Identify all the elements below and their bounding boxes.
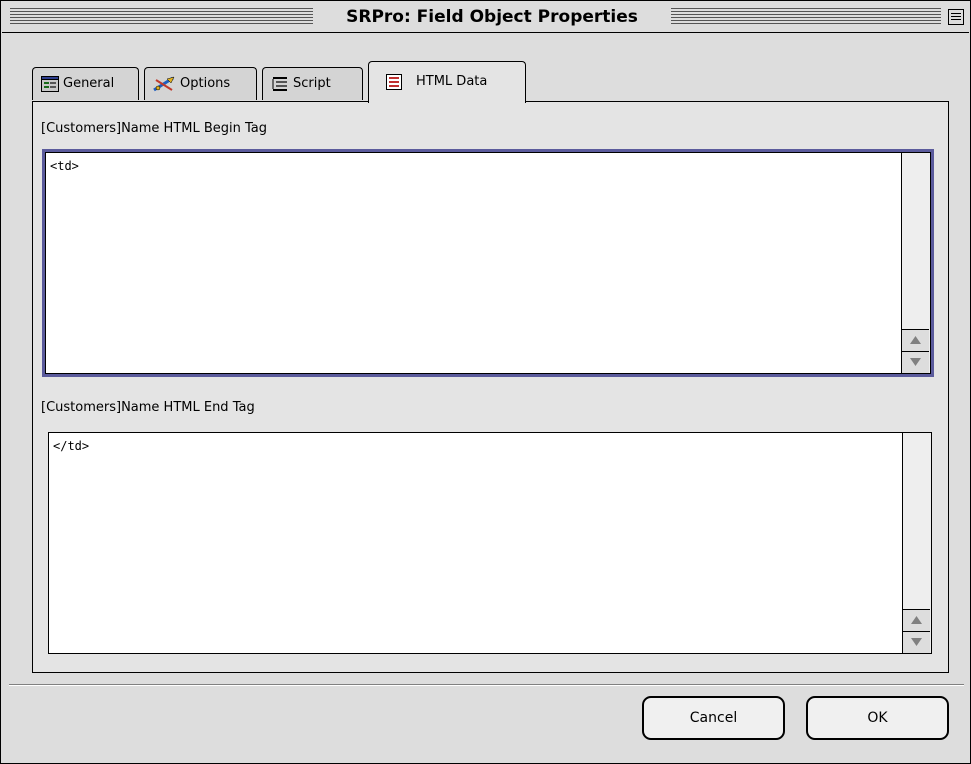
tab-html-data[interactable]: HTML Data <box>368 61 526 103</box>
window-title: SRPro: Field Object Properties <box>346 7 638 27</box>
scroll-down-arrow-icon[interactable] <box>902 351 929 373</box>
scroll-down-arrow-icon[interactable] <box>903 631 930 653</box>
begin-tag-value: <td> <box>50 159 79 173</box>
tab-script-label: Script <box>293 76 331 91</box>
script-icon <box>271 76 289 92</box>
end-tag-scrollbar[interactable] <box>902 433 931 653</box>
html-data-icon <box>386 74 402 90</box>
cancel-button[interactable]: Cancel <box>642 696 785 740</box>
title-bar-stripes-right <box>671 8 941 25</box>
collapse-box-icon[interactable] <box>948 9 964 25</box>
tab-script[interactable]: Script <box>262 67 363 100</box>
tab-html-data-label: HTML Data <box>416 74 488 89</box>
begin-tag-label: [Customers]Name HTML Begin Tag <box>41 121 268 136</box>
footer-separator-highlight <box>9 685 964 686</box>
general-icon <box>41 76 59 92</box>
end-tag-textarea[interactable]: </td> <box>48 432 932 654</box>
tab-options[interactable]: Options <box>144 67 257 100</box>
end-tag-value: </td> <box>53 439 90 453</box>
scroll-up-arrow-icon[interactable] <box>903 609 930 631</box>
end-tag-label: [Customers]Name HTML End Tag <box>41 400 255 415</box>
options-icon <box>153 76 175 92</box>
ok-button[interactable]: OK <box>806 696 949 740</box>
title-bar-stripes-left <box>10 8 313 25</box>
begin-tag-textarea[interactable]: <td> <box>42 149 934 377</box>
begin-tag-scrollbar[interactable] <box>901 153 930 373</box>
tab-general-label: General <box>63 76 115 91</box>
tab-options-label: Options <box>180 76 231 91</box>
html-data-panel: [Customers]Name HTML Begin Tag <td> [Cus… <box>32 101 949 673</box>
scroll-up-arrow-icon[interactable] <box>902 329 929 351</box>
dialog-window: SRPro: Field Object Properties General O… <box>0 0 971 764</box>
title-bar[interactable]: SRPro: Field Object Properties <box>2 2 969 33</box>
tab-general[interactable]: General <box>32 67 139 100</box>
